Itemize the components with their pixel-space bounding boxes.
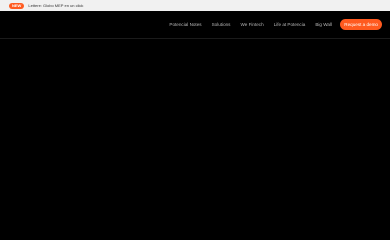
- announcement-bar[interactable]: NEW Lettere: Globo MEP en un click: [0, 0, 390, 11]
- request-demo-button[interactable]: Request a demo: [340, 19, 382, 30]
- nav-link-potencial-notes[interactable]: Potencial Notes: [169, 22, 201, 27]
- nav-link-life-at-potencia[interactable]: Life at Potencia: [274, 22, 306, 27]
- top-navbar: Potencial Notes Solutions We Fintech Lif…: [0, 11, 390, 39]
- new-badge: NEW: [9, 2, 25, 9]
- nav-link-big-wall[interactable]: Big Wall: [315, 22, 332, 27]
- nav-link-we-fintech[interactable]: We Fintech: [240, 22, 263, 27]
- nav-links: Potencial Notes Solutions We Fintech Lif…: [159, 11, 332, 38]
- main-content: [0, 39, 390, 240]
- nav-link-solutions[interactable]: Solutions: [212, 22, 231, 27]
- announcement-text[interactable]: Lettere: Globo MEP en un click: [28, 3, 83, 9]
